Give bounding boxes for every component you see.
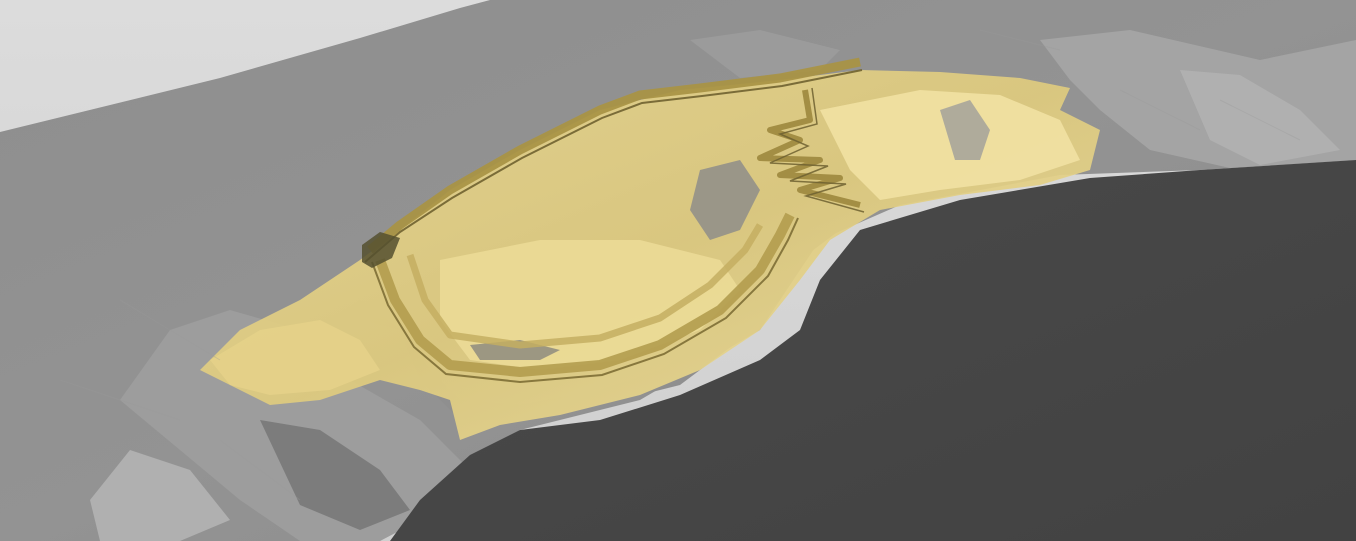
3d-viewport[interactable] <box>0 0 1356 541</box>
terrain-scene <box>0 0 1356 541</box>
